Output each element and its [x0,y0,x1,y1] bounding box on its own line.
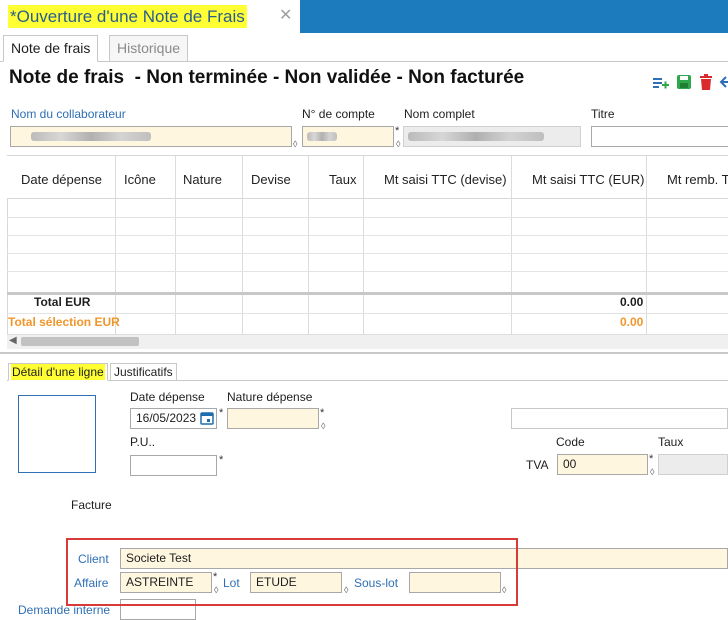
date-depense-label: Date dépense [130,390,205,404]
grid-col-divider [308,156,309,334]
total-eur-label: Total EUR [34,295,91,309]
pu-input[interactable] [130,455,217,476]
col-nature[interactable]: Nature [183,172,222,187]
table-row[interactable] [7,271,728,272]
required-star-icon: * [219,407,224,419]
grid-col-divider [363,156,364,334]
close-tab-icon[interactable]: ✕ [279,6,292,26]
pu-label: P.U.. [130,435,156,449]
lookup-pin-icon[interactable]: ◊ [321,422,325,431]
grid-col-divider [646,156,647,334]
taux-label: Taux [658,435,684,449]
receipt-image-box[interactable] [18,395,96,473]
collaborateur-label: Nom du collaborateur [11,107,126,121]
grid-col-divider [175,156,176,334]
tva-code-input[interactable]: 00 [557,454,648,475]
table-row[interactable] [7,217,728,218]
arrow-icon[interactable] [717,73,728,91]
total-row-divider [7,313,728,314]
required-star-icon: * [395,125,400,137]
required-star-icon: * [320,407,325,419]
required-star-icon: * [649,453,654,465]
collaborateur-input[interactable] [10,126,292,147]
tab-note-de-frais[interactable]: Note de frais [3,35,99,62]
lookup-pin-icon[interactable]: ◊ [396,140,400,149]
scroll-left-icon[interactable]: ◀ [9,335,17,346]
total-selection-label: Total sélection EUR [8,315,120,329]
col-mt-remb[interactable]: Mt remb. T [667,172,728,187]
col-devise[interactable]: Devise [251,172,291,187]
facture-label: Facture [71,498,112,512]
nature-depense-input[interactable] [227,408,319,429]
grid-col-divider [511,156,512,334]
nature-depense-label: Nature dépense [227,390,313,404]
page-title: Note de frais - Non terminée - Non valid… [9,67,525,88]
col-mt-saisi-eur[interactable]: Mt saisi TTC (EUR) [532,172,644,187]
compte-input[interactable] [302,126,394,147]
table-row[interactable] [7,235,728,236]
add-line-icon[interactable] [652,73,670,91]
tva-taux-field [658,454,728,475]
document-tab-title: *Ouverture d'une Note de Frais [8,5,247,28]
lookup-pin-icon[interactable]: ◊ [650,468,654,477]
scrollbar-thumb[interactable] [21,337,139,346]
calendar-icon[interactable] [200,411,214,425]
lookup-pin-icon[interactable]: ◊ [293,140,297,149]
tva-label: TVA [526,458,549,472]
save-icon[interactable] [675,73,693,91]
total-selection-value: 0.00 [620,315,644,329]
total-eur-value: 0.00 [620,295,644,309]
col-icone[interactable]: Icône [124,172,156,187]
nom-complet-field [403,126,581,147]
grid-col-divider [115,156,116,334]
tab-historique[interactable]: Historique [109,35,189,62]
code-label: Code [556,435,585,449]
grid-col-divider [242,156,243,334]
tab-detail-ligne[interactable]: Détail d'une ligne [8,363,108,381]
table-row[interactable] [7,253,728,254]
panel-splitter[interactable] [0,352,728,354]
col-date-depense[interactable]: Date dépense [21,172,102,187]
required-star-icon: * [219,454,224,466]
titre-input[interactable] [591,126,728,147]
col-mt-saisi-devise[interactable]: Mt saisi TTC (devise) [384,172,507,187]
tab-justificatifs[interactable]: Justificatifs [110,363,177,381]
compte-label: N° de compte [302,107,375,121]
col-taux[interactable]: Taux [329,172,356,187]
titre-label: Titre [591,107,615,121]
nom-complet-label: Nom complet [404,107,475,121]
delete-icon[interactable] [697,73,715,91]
tab-detail-ligne-label: Détail d'une ligne [11,364,105,380]
annotation-highlight-frame [66,538,518,606]
nature-libelle-field[interactable] [511,408,728,429]
